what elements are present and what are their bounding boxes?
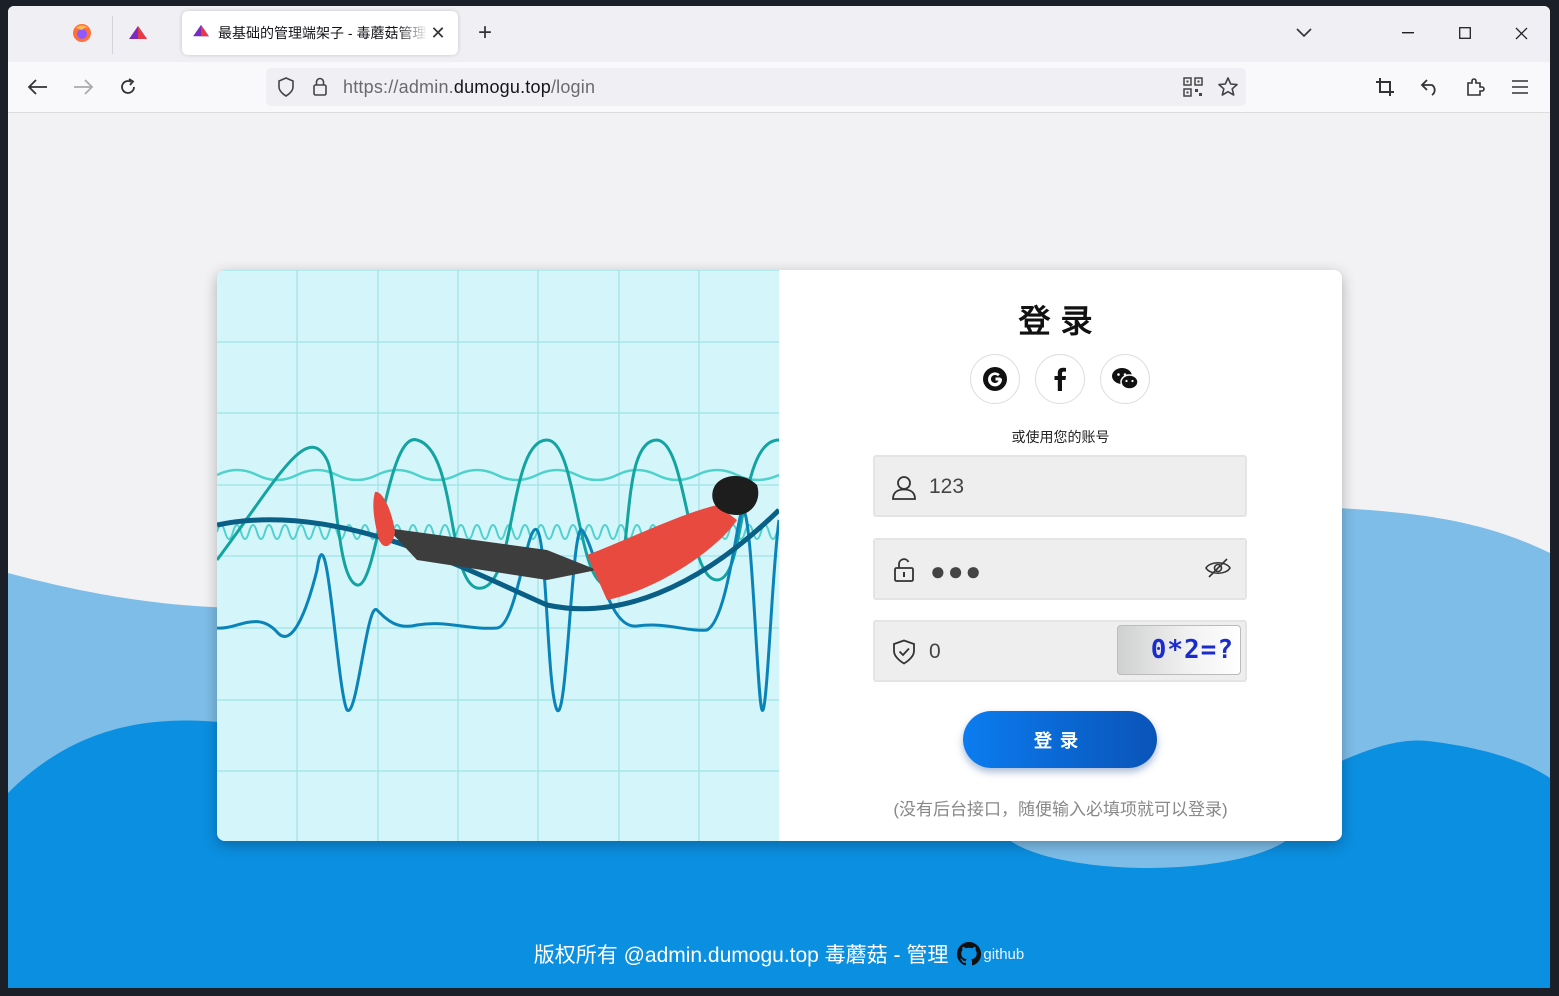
- tab-close-button[interactable]: ✕: [428, 23, 448, 44]
- login-form: 登录 或使用您的账号 123 ●●● 0 0*2=? 登录 (没有后台接口，随便…: [779, 270, 1342, 841]
- wechat-login-button[interactable]: [1100, 354, 1150, 404]
- tab-active[interactable]: 最基础的管理端架子 - 毒蘑菇管理 ✕: [182, 11, 458, 55]
- undo-icon: [1420, 79, 1436, 96]
- url-bar[interactable]: https://admin.dumogu.top/login: [266, 68, 1246, 106]
- eye-off-icon[interactable]: [1205, 557, 1231, 584]
- github-icon: [957, 941, 982, 966]
- reload-icon: [121, 78, 135, 94]
- firefox-icon: [72, 23, 92, 48]
- bookmark-star-icon[interactable]: [1216, 75, 1240, 99]
- login-card: 登录 或使用您的账号 123 ●●● 0 0*2=? 登录 (没有后台接口，随便…: [217, 270, 1342, 841]
- arrow-left-icon: [28, 79, 47, 95]
- url-path: /login: [550, 77, 596, 97]
- new-tab-button[interactable]: +: [470, 18, 500, 48]
- lock-icon[interactable]: [308, 75, 332, 99]
- minimize-icon: [1402, 32, 1414, 34]
- qr-code-icon[interactable]: [1181, 75, 1205, 99]
- shield-icon[interactable]: [274, 75, 298, 99]
- close-window-button[interactable]: [1501, 14, 1541, 52]
- chevron-down-icon: [1296, 28, 1312, 38]
- github-label: github: [983, 945, 1025, 963]
- pinned-site-tab[interactable]: [114, 10, 162, 60]
- screenshot-button[interactable]: [1368, 71, 1402, 103]
- firefox-tab[interactable]: [58, 10, 106, 60]
- forward-button[interactable]: [66, 71, 100, 103]
- github-link[interactable]: github: [956, 941, 1024, 967]
- navigation-bar: https://admin.dumogu.top/login: [8, 62, 1550, 113]
- facebook-icon: [1054, 367, 1066, 391]
- facebook-login-button[interactable]: [1035, 354, 1085, 404]
- arrow-right-icon: [74, 79, 93, 95]
- password-field: ●●●: [873, 538, 1247, 600]
- close-icon: [1515, 27, 1527, 39]
- extensions-button[interactable]: [1458, 71, 1492, 103]
- undo-button[interactable]: [1413, 71, 1447, 103]
- shield-check-icon: [891, 639, 917, 665]
- captcha-field: 0*2=?: [873, 620, 1247, 682]
- puzzle-icon: [1467, 78, 1485, 96]
- man-in-hammock-illustration: [217, 270, 781, 841]
- url-scheme: https://admin.: [343, 77, 454, 97]
- wechat-icon: [1112, 368, 1139, 390]
- menu-button[interactable]: [1503, 71, 1537, 103]
- login-illustration: [217, 270, 781, 841]
- hamburger-menu-icon: [1512, 80, 1528, 94]
- tab-list-button[interactable]: [1284, 14, 1324, 52]
- login-button[interactable]: 登录: [963, 711, 1157, 768]
- captcha-image[interactable]: 0*2=?: [1117, 625, 1241, 675]
- tab-title: 最基础的管理端架子 - 毒蘑菇管理: [218, 25, 427, 41]
- maximize-button[interactable]: [1445, 14, 1485, 52]
- login-page: 登录 或使用您的账号 123 ●●● 0 0*2=? 登录 (没有后台接口，随便…: [8, 113, 1550, 988]
- tab-strip: 最基础的管理端架子 - 毒蘑菇管理 ✕ +: [8, 6, 1550, 62]
- unlock-icon: [891, 557, 917, 583]
- login-hint: (没有后台接口，随便输入必填项就可以登录): [893, 800, 1228, 819]
- minimize-button[interactable]: [1388, 14, 1428, 52]
- reload-button[interactable]: [111, 71, 145, 103]
- username-field: [873, 455, 1247, 517]
- username-input[interactable]: [927, 467, 1161, 507]
- back-button[interactable]: [21, 71, 55, 103]
- google-icon: [983, 367, 1007, 391]
- crop-icon: [1376, 78, 1394, 96]
- browser-window: 最基础的管理端架子 - 毒蘑菇管理 ✕ + https://admin.dumo…: [8, 6, 1550, 988]
- maximize-icon: [1459, 27, 1471, 39]
- password-input[interactable]: ●●●: [930, 558, 983, 584]
- url-domain: dumogu.top: [453, 77, 551, 97]
- login-title: 登录: [1018, 303, 1103, 339]
- page-footer: 版权所有 @admin.dumogu.top 毒蘑菇 - 管理 github: [8, 939, 1550, 969]
- user-icon: [891, 474, 917, 500]
- google-login-button[interactable]: [970, 354, 1020, 404]
- url-text[interactable]: https://admin.dumogu.top/login: [343, 77, 595, 98]
- site-logo-icon: [128, 25, 148, 46]
- alt-login-text: 或使用您的账号: [1011, 429, 1110, 445]
- site-logo-icon: [192, 24, 210, 43]
- copyright-text: 版权所有 @admin.dumogu.top 毒蘑菇 - 管理: [533, 944, 949, 967]
